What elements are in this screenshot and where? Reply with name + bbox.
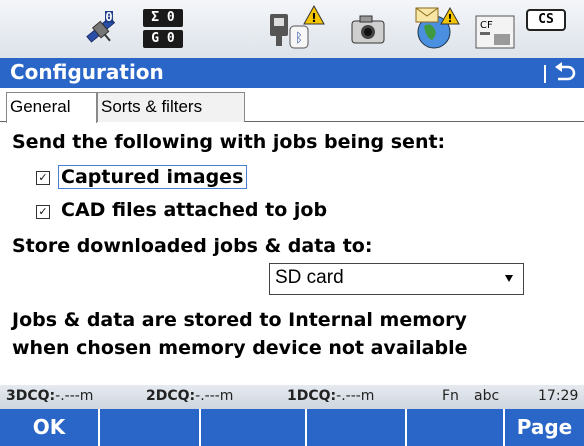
dcq1-readout: 1DCQ:-.---m (287, 388, 375, 404)
softkey-bar: OK Page (0, 409, 584, 446)
g-value: 0 (166, 31, 175, 46)
chevron-down-icon (505, 275, 513, 282)
globe-mail-warning-icon[interactable]: ! (412, 4, 460, 52)
svg-text:!: ! (311, 11, 316, 25)
back-arrow-icon[interactable] (552, 61, 578, 85)
sensor-bluetooth-warning-icon[interactable]: ᛒ ! (268, 4, 326, 52)
satellite-count: 0 (105, 10, 113, 24)
dcq2-readout: 2DCQ:-.---m (146, 388, 234, 404)
captured-images-label[interactable]: Captured images (58, 165, 248, 189)
softkey-f2[interactable] (100, 409, 201, 446)
clock: 17:29 (538, 388, 579, 404)
tab-sorts-filters[interactable]: Sorts & filters (97, 92, 245, 122)
softkey-f3[interactable] (201, 409, 307, 446)
title-divider (544, 65, 546, 83)
cad-files-label[interactable]: CAD files attached to job (58, 199, 330, 221)
info-bar: 3DCQ:-.---m 2DCQ:-.---m 1DCQ:-.---m Fn a… (0, 385, 584, 409)
fn-indicator: Fn (442, 388, 459, 404)
tab-strip: General Sorts & filters (0, 88, 584, 123)
softkey-f5[interactable] (407, 409, 505, 446)
send-heading: Send the following with jobs being sent: (12, 131, 446, 153)
storage-location-value: SD card (275, 267, 344, 288)
svg-text:!: ! (447, 12, 452, 25)
page-button[interactable]: Page (505, 409, 584, 446)
ok-button[interactable]: OK (0, 409, 100, 446)
g-row: G 0 (143, 30, 183, 48)
cad-files-checkbox[interactable]: ✓ (36, 205, 50, 219)
tab-general[interactable]: General (6, 92, 97, 123)
input-mode-indicator: abc (474, 388, 500, 404)
store-heading: Store downloaded jobs & data to: (12, 235, 373, 257)
softkey-f4[interactable] (307, 409, 407, 446)
status-bar: 0 Σ 0 G 0 ᛒ ! ! CF CS (0, 0, 584, 58)
cs-controller-icon[interactable]: CS (526, 9, 566, 31)
svg-text:ᛒ: ᛒ (295, 31, 303, 46)
sigma-value: 0 (166, 10, 175, 25)
position-quality-indicator[interactable]: Σ 0 G 0 (143, 9, 183, 49)
sigma-row: Σ 0 (143, 9, 183, 27)
note-line-1: Jobs & data are stored to Internal memor… (12, 309, 467, 331)
svg-text:CF: CF (480, 20, 493, 31)
camera-icon[interactable] (350, 12, 386, 46)
captured-images-checkbox[interactable]: ✓ (36, 171, 50, 185)
storage-location-select[interactable]: SD card (269, 263, 524, 295)
note-line-2: when chosen memory device not available (12, 337, 468, 359)
page-title: Configuration (10, 60, 164, 84)
dcq3-readout: 3DCQ:-.---m (6, 388, 94, 404)
cf-card-icon[interactable]: CF (474, 14, 516, 50)
title-bar: Configuration (0, 58, 584, 88)
